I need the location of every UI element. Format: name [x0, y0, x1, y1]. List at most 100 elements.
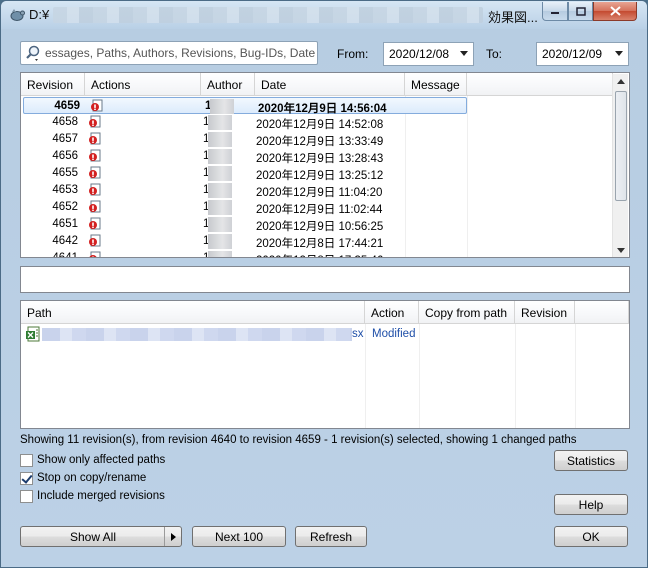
- split-arrow-icon[interactable]: [164, 527, 181, 546]
- chevron-down-icon: [460, 51, 468, 56]
- ok-button[interactable]: OK: [554, 526, 628, 547]
- search-box[interactable]: [20, 41, 318, 65]
- revision-date: 2020年12月9日 10:56:25: [256, 221, 384, 233]
- changed-path-row[interactable]: sx Modified: [22, 326, 612, 343]
- next-100-button[interactable]: Next 100: [192, 526, 286, 547]
- revision-number: 4657: [52, 133, 78, 145]
- revision-date: 2020年12月9日 11:02:44: [256, 204, 383, 216]
- refresh-button[interactable]: Refresh: [295, 526, 367, 547]
- checkbox-box-checked[interactable]: [20, 472, 33, 485]
- tortoise-icon: [10, 9, 25, 21]
- changed-paths-list[interactable]: Path Action Copy from path Revision sx M…: [20, 300, 630, 429]
- column-header-path[interactable]: Path: [21, 301, 365, 324]
- modified-action-icon: [89, 166, 101, 179]
- revision-date: 2020年12月9日 13:25:12: [256, 170, 384, 182]
- revision-row[interactable]: 4642 1 2020年12月8日 17:44:21: [22, 233, 610, 250]
- column-header-actions[interactable]: Actions: [85, 73, 201, 96]
- column-header-revision[interactable]: Revision: [21, 73, 85, 96]
- revision-number: 4651: [52, 218, 78, 230]
- author-redacted: [208, 115, 232, 130]
- revision-row[interactable]: 4653 1 2020年12月9日 11:04:20: [22, 182, 610, 199]
- revision-date: 2020年12月8日 17:35:46: [256, 252, 383, 257]
- column-header-message[interactable]: Message: [405, 73, 467, 96]
- revision-number: 4655: [52, 167, 78, 179]
- to-label: To:: [486, 47, 503, 61]
- column-header-filler: [467, 73, 613, 96]
- revision-row[interactable]: 464112020年12月8日 17:35:46: [22, 250, 610, 258]
- revision-list[interactable]: Revision Actions Author Date Message 465…: [20, 72, 630, 258]
- search-icon[interactable]: [24, 44, 42, 62]
- path-action: Modified: [372, 328, 416, 340]
- revision-row[interactable]: 4651 1 2020年12月9日 10:56:25: [22, 216, 610, 233]
- column-header-path-revision[interactable]: Revision: [515, 301, 575, 324]
- show-all-split-button[interactable]: Show All: [20, 526, 182, 547]
- close-button[interactable]: [593, 2, 637, 21]
- modified-action-icon: [91, 99, 103, 112]
- show-all-label: Show All: [69, 529, 117, 544]
- revision-row[interactable]: 4658 1 2020年12月9日 14:52:08: [22, 114, 610, 131]
- revision-row[interactable]: 4652 1 2020年12月9日 11:02:44: [22, 199, 610, 216]
- window-title-redacted: [53, 7, 483, 23]
- to-date-picker[interactable]: 2020/12/09: [536, 42, 629, 66]
- revision-number: 4642: [52, 235, 78, 247]
- column-header-action[interactable]: Action: [365, 301, 419, 324]
- revision-date: 2020年12月9日 11:04:20: [256, 187, 383, 199]
- window-title-suffix: 効果図...: [488, 10, 538, 25]
- scroll-down-arrow-icon[interactable]: [617, 248, 625, 253]
- chevron-down-icon: [615, 51, 623, 56]
- author-redacted: [208, 132, 232, 147]
- to-date-value: 2020/12/09: [542, 47, 603, 61]
- include-merged-label: Include merged revisions: [37, 490, 165, 502]
- from-label: From:: [337, 47, 369, 61]
- revision-date: 2020年12月9日 13:28:43: [256, 153, 384, 165]
- revision-number: 4641: [52, 252, 78, 258]
- log-dialog: D:¥ 効果図... From: 2020/12/08 To: 2020/12/…: [0, 0, 648, 568]
- author-redacted: [208, 200, 232, 215]
- modified-action-icon: [89, 217, 101, 230]
- author-redacted: [208, 217, 232, 232]
- revision-row[interactable]: 4659 1 2020年12月9日 14:56:04: [23, 97, 467, 115]
- scrollbar-thumb[interactable]: [615, 91, 627, 201]
- path-suffix: sx: [352, 328, 364, 340]
- revision-date: 2020年12月9日 13:33:49: [256, 136, 384, 148]
- modified-action-icon: [89, 234, 101, 247]
- revision-row[interactable]: 4657 1 2020年12月9日 13:33:49: [22, 131, 610, 148]
- modified-action-icon: [89, 115, 101, 128]
- statistics-button[interactable]: Statistics: [554, 450, 628, 471]
- modified-action-icon: [89, 132, 101, 145]
- search-input[interactable]: [45, 43, 315, 63]
- revision-number: 4656: [52, 150, 78, 162]
- revision-list-scrollbar[interactable]: [612, 74, 628, 257]
- author-redacted: [208, 183, 232, 198]
- from-date-picker[interactable]: 2020/12/08: [383, 42, 474, 66]
- author-redacted: [208, 251, 232, 257]
- modified-action-icon: [89, 183, 101, 196]
- column-header-copy-from-path[interactable]: Copy from path: [419, 301, 515, 324]
- redacted-path: [42, 328, 352, 341]
- modified-action-icon: [89, 200, 101, 213]
- scroll-up-arrow-icon[interactable]: [617, 79, 625, 84]
- revision-date: 2020年12月8日 17:44:21: [256, 238, 384, 250]
- checkbox-box[interactable]: [20, 454, 33, 467]
- revision-date: 2020年12月9日 14:52:08: [256, 119, 384, 131]
- revision-number: 4653: [52, 184, 78, 196]
- close-icon: [609, 6, 621, 16]
- checkbox-box[interactable]: [20, 490, 33, 503]
- author-redacted: [208, 166, 232, 181]
- help-button[interactable]: Help: [554, 494, 628, 515]
- author-redacted: [208, 234, 232, 249]
- column-header-date[interactable]: Date: [255, 73, 405, 96]
- log-message-box[interactable]: [20, 266, 630, 293]
- minimize-button[interactable]: [542, 2, 568, 21]
- from-date-value: 2020/12/08: [389, 47, 450, 61]
- show-affected-paths-label: Show only affected paths: [37, 454, 166, 466]
- revision-row[interactable]: 4656 1 2020年12月9日 13:28:43: [22, 148, 610, 165]
- maximize-button[interactable]: [568, 2, 593, 21]
- window-title-prefix: D:¥: [29, 7, 50, 22]
- revision-row[interactable]: 4655 1 2020年12月9日 13:25:12: [22, 165, 610, 182]
- revision-number: 4652: [52, 201, 78, 213]
- stop-on-copy-label: Stop on copy/rename: [37, 472, 147, 484]
- maximize-icon: [575, 6, 586, 16]
- column-header-author[interactable]: Author: [201, 73, 255, 96]
- modified-action-icon: [89, 149, 101, 162]
